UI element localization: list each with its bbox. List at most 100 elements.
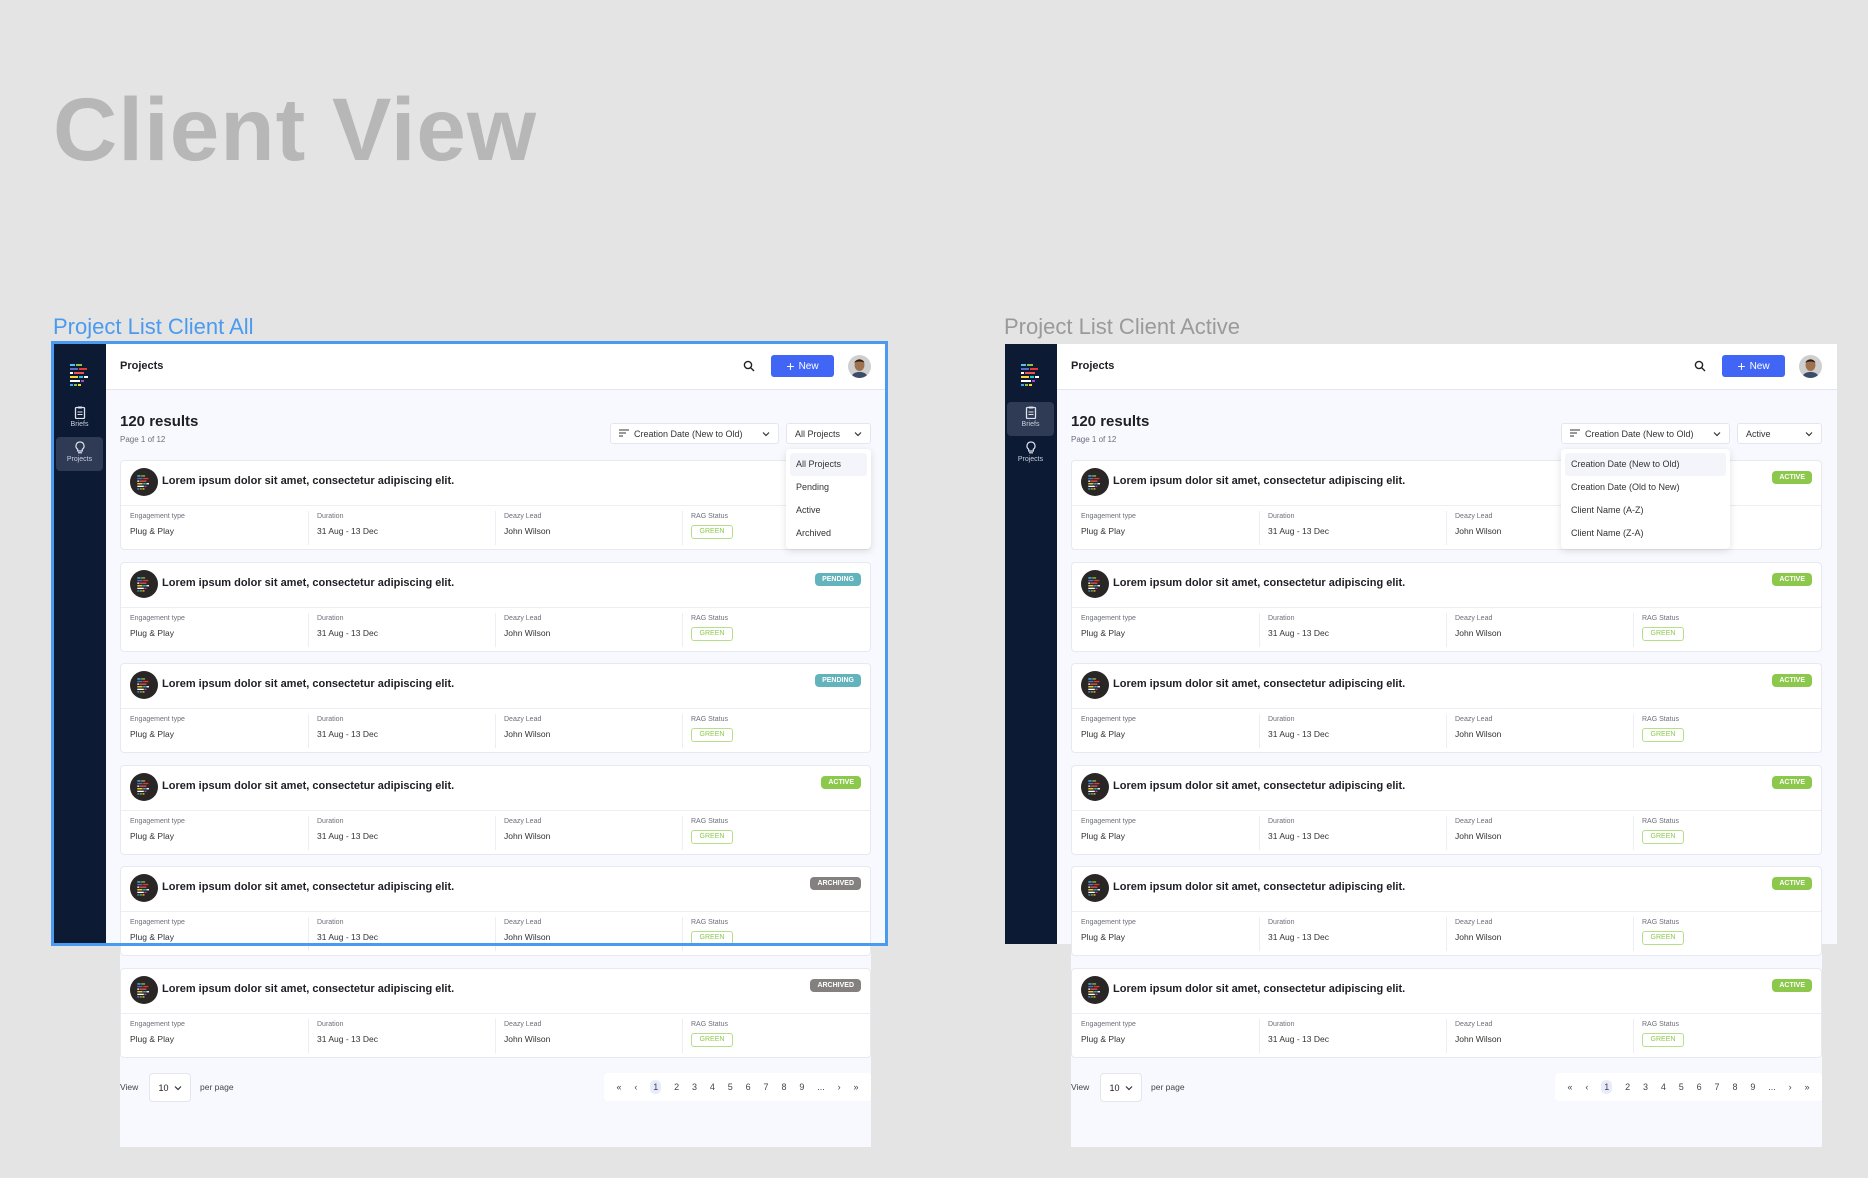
duration-field: Duration 31 Aug - 13 Dec	[317, 818, 378, 841]
divider	[121, 911, 870, 913]
per-page-value: 10	[158, 1082, 169, 1093]
page-link[interactable]: 6	[1697, 1082, 1702, 1092]
page-link[interactable]: 3	[1643, 1082, 1648, 1092]
page-link[interactable]: 9	[1750, 1082, 1755, 1092]
field-label: Engagement type	[1081, 1021, 1136, 1028]
user-avatar[interactable]	[848, 355, 871, 378]
page-link[interactable]: 7	[1715, 1082, 1720, 1092]
field-value: John Wilson	[1455, 526, 1502, 536]
project-logo-icon	[130, 874, 158, 903]
status-filter-dropdown[interactable]: All Projects	[786, 423, 871, 444]
menu-option[interactable]: Client Name (Z-A)	[1565, 522, 1726, 545]
project-card[interactable]: Lorem ipsum dolor sit amet, consectetur …	[1071, 866, 1822, 957]
project-card[interactable]: Lorem ipsum dolor sit amet, consectetur …	[1071, 968, 1822, 1058]
field-label: Deazy Lead	[504, 513, 542, 520]
engagement-field: Engagement type Plug & Play	[1081, 1021, 1136, 1044]
page-link[interactable]: ›	[1789, 1082, 1792, 1092]
rag-field: RAG Status GREEN	[1642, 716, 1684, 743]
page-link[interactable]: 6	[746, 1082, 751, 1092]
page-link[interactable]: 8	[1732, 1082, 1737, 1092]
menu-option[interactable]: Client Name (A-Z)	[1565, 499, 1726, 522]
page-link[interactable]: 9	[799, 1082, 804, 1092]
per-page-select[interactable]: 10	[1100, 1073, 1142, 1102]
page-link[interactable]: 4	[710, 1082, 715, 1092]
field-value: 31 Aug - 13 Dec	[1268, 830, 1329, 841]
status-badge: ACTIVE	[1772, 979, 1812, 992]
project-title: Lorem ipsum dolor sit amet, consectetur …	[1113, 678, 1406, 691]
engagement-field: Engagement type Plug & Play	[130, 716, 185, 739]
search-icon[interactable]	[743, 359, 755, 377]
page-link[interactable]: 2	[1625, 1082, 1630, 1092]
sidebar-item-projects[interactable]: Projects	[1007, 437, 1054, 471]
project-card[interactable]: Lorem ipsum dolor sit amet, consectetur …	[1071, 561, 1822, 652]
engagement-field: Engagement type Plug & Play	[130, 818, 185, 841]
page-link[interactable]: 3	[692, 1082, 697, 1092]
field-value: John Wilson	[504, 830, 551, 841]
field-value: John Wilson	[1455, 932, 1502, 943]
project-card[interactable]: Lorem ipsum dolor sit amet, consectetur …	[1071, 663, 1822, 754]
page-link[interactable]: 4	[1661, 1082, 1666, 1092]
sidebar-item-briefs[interactable]: Briefs	[56, 402, 103, 436]
new-button[interactable]: + New	[1722, 355, 1785, 377]
project-card[interactable]: Lorem ipsum dolor sit amet, consectetur …	[120, 968, 871, 1058]
page-link[interactable]: 8	[781, 1082, 786, 1092]
lead-field: Deazy Lead John Wilson	[1455, 615, 1501, 638]
sidebar-item-projects[interactable]: Projects	[56, 437, 103, 471]
status-badge: ACTIVE	[821, 775, 861, 789]
duration-field: Duration 31 Aug - 13 Dec	[1268, 818, 1329, 841]
project-card[interactable]: Lorem ipsum dolor sit amet, consectetur …	[120, 866, 871, 957]
project-card[interactable]: Lorem ipsum dolor sit amet, consectetur …	[120, 460, 871, 550]
project-card[interactable]: Lorem ipsum dolor sit amet, consectetur …	[120, 561, 871, 652]
page-link[interactable]: ‹	[1585, 1082, 1588, 1092]
sidebar-item-briefs[interactable]: Briefs	[1007, 402, 1054, 436]
page-link[interactable]: ...	[1768, 1082, 1776, 1092]
menu-option[interactable]: Active	[790, 499, 867, 522]
sort-dropdown[interactable]: Creation Date (New to Old)	[610, 423, 779, 444]
page-link[interactable]: «	[1567, 1082, 1572, 1092]
field-label: Engagement type	[130, 716, 185, 724]
sort-dropdown[interactable]: Creation Date (New to Old)	[1561, 423, 1730, 444]
field-label: Deazy Lead	[1455, 513, 1493, 520]
search-icon[interactable]	[1694, 359, 1706, 377]
page-link[interactable]: ...	[817, 1082, 825, 1092]
user-avatar[interactable]	[1799, 355, 1822, 378]
page-link[interactable]: 1	[1601, 1080, 1613, 1094]
sort-value: Creation Date (New to Old)	[1585, 428, 1694, 439]
project-card[interactable]: Lorem ipsum dolor sit amet, consectetur …	[120, 764, 871, 855]
field-value: Plug & Play	[1081, 627, 1125, 638]
page-link[interactable]: 5	[728, 1082, 733, 1092]
per-page-select[interactable]: 10	[149, 1073, 191, 1102]
menu-option[interactable]: Pending	[790, 476, 867, 499]
lead-field: Deazy Lead John Wilson	[504, 919, 550, 942]
page-link[interactable]: 2	[674, 1082, 679, 1092]
project-card[interactable]: Lorem ipsum dolor sit amet, consectetur …	[120, 663, 871, 754]
engagement-field: Engagement type Plug & Play	[130, 1021, 185, 1044]
page-link[interactable]: 7	[764, 1082, 769, 1092]
field-label: Duration	[317, 716, 344, 724]
divider	[308, 1019, 309, 1053]
new-button[interactable]: + New	[771, 355, 834, 377]
status-filter-dropdown[interactable]: Active	[1737, 423, 1822, 444]
sort-menu: Creation Date (New to Old) Creation Date …	[1561, 449, 1730, 549]
menu-option[interactable]: Creation Date (New to Old)	[1565, 453, 1726, 476]
page-link[interactable]: 1	[650, 1080, 662, 1094]
field-value: 31 Aug - 13 Dec	[1268, 932, 1329, 943]
divider	[308, 612, 309, 647]
field-value: 31 Aug - 13 Dec	[317, 830, 378, 841]
page-link[interactable]: «	[616, 1082, 621, 1092]
menu-option[interactable]: Creation Date (Old to New)	[1565, 476, 1726, 499]
page-link[interactable]: ›	[838, 1082, 841, 1092]
menu-option[interactable]: All Projects	[790, 453, 867, 476]
page-link[interactable]: »	[1804, 1082, 1809, 1092]
lead-field: Deazy Lead John Wilson	[504, 513, 550, 536]
divider	[495, 1019, 496, 1053]
menu-option[interactable]: Archived	[790, 522, 867, 545]
rag-badge: GREEN	[1642, 626, 1684, 641]
page-link[interactable]: »	[853, 1082, 858, 1092]
page-link[interactable]: 5	[1679, 1082, 1684, 1092]
divider	[1633, 917, 1634, 952]
page-link[interactable]: ‹	[634, 1082, 637, 1092]
project-card[interactable]: Lorem ipsum dolor sit amet, consectetur …	[1071, 764, 1822, 855]
rag-badge: GREEN	[691, 728, 733, 743]
field-label: RAG Status	[1642, 1021, 1679, 1028]
